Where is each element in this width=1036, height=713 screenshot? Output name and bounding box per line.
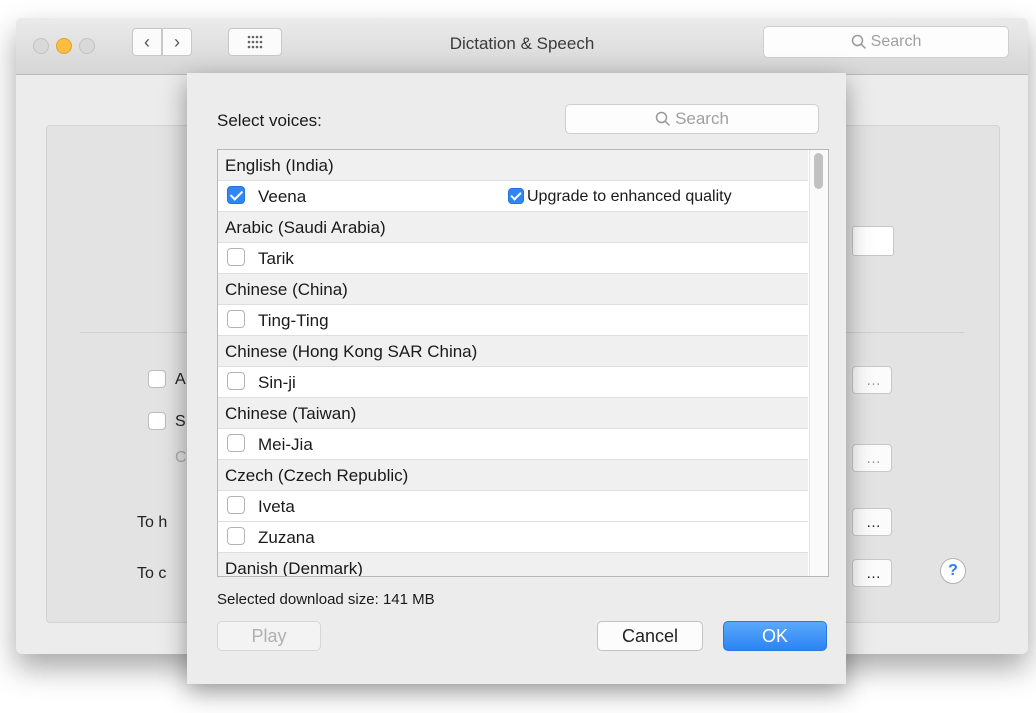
- voice-row[interactable]: Veena Upgrade to enhanced quality: [218, 181, 808, 212]
- voice-label: Tarik: [258, 249, 294, 268]
- group-header: English (India): [218, 150, 808, 181]
- select-voices-label: Select voices:: [217, 111, 322, 130]
- enhanced-quality-label: Upgrade to enhanced quality: [527, 188, 732, 205]
- ellipsis-text: …: [866, 564, 881, 582]
- search-icon: [655, 111, 671, 127]
- ellipsis-text: …: [866, 371, 881, 389]
- voice-label: Ting-Ting: [258, 311, 329, 330]
- background-text-s: S: [175, 413, 186, 430]
- background-button-2[interactable]: …: [852, 444, 892, 472]
- title-bar: ‹ › Dictation & Speech Search: [16, 18, 1028, 75]
- group-label: Chinese (Hong Kong SAR China): [225, 342, 478, 361]
- voice-label: Zuzana: [258, 528, 315, 547]
- voices-search-field[interactable]: Search: [565, 104, 819, 134]
- voices-list[interactable]: English (India) Veena Upgrade to enhance…: [217, 149, 829, 577]
- window-search-placeholder: Search: [870, 33, 922, 50]
- voice-checkbox[interactable]: [227, 527, 245, 545]
- voice-label: Veena: [258, 187, 307, 206]
- group-label: Arabic (Saudi Arabia): [225, 218, 386, 237]
- ok-button[interactable]: OK: [723, 621, 827, 651]
- ellipsis-text: …: [866, 513, 881, 531]
- voice-checkbox[interactable]: [227, 310, 245, 328]
- voice-checkbox[interactable]: [227, 372, 245, 390]
- voice-checkbox[interactable]: [227, 248, 245, 266]
- search-icon: [851, 34, 866, 50]
- scrollbar-thumb[interactable]: [814, 153, 823, 189]
- background-text-a: A: [175, 371, 186, 388]
- voice-checkbox[interactable]: [227, 434, 245, 452]
- voice-label: Iveta: [258, 497, 295, 516]
- enhanced-quality-checkbox[interactable]: [508, 188, 524, 204]
- window-search-field[interactable]: Search: [763, 26, 1009, 58]
- list-scrollbar[interactable]: [809, 150, 828, 576]
- voice-row[interactable]: Ting-Ting: [218, 305, 808, 336]
- background-text-to-h: To h: [137, 514, 168, 531]
- cancel-button[interactable]: Cancel: [597, 621, 703, 651]
- voice-row[interactable]: Zuzana: [218, 522, 808, 553]
- voice-checkbox[interactable]: [227, 186, 245, 204]
- voice-row[interactable]: Iveta: [218, 491, 808, 522]
- group-label: Chinese (China): [225, 280, 348, 299]
- background-button-1[interactable]: …: [852, 366, 892, 394]
- group-label: Danish (Denmark): [225, 559, 363, 577]
- voice-label: Sin-ji: [258, 373, 296, 392]
- help-button[interactable]: ?: [940, 558, 966, 584]
- voice-row[interactable]: Tarik: [218, 243, 808, 274]
- download-size-text: Selected download size: 141 MB: [217, 591, 435, 608]
- background-text-c: C: [175, 449, 187, 466]
- group-header: Chinese (China): [218, 274, 808, 305]
- group-label: English (India): [225, 156, 334, 175]
- group-header: Chinese (Hong Kong SAR China): [218, 336, 808, 367]
- group-header: Arabic (Saudi Arabia): [218, 212, 808, 243]
- background-button-3[interactable]: …: [852, 508, 892, 536]
- play-button[interactable]: Play: [217, 621, 321, 651]
- background-text-to-c: To c: [137, 565, 167, 582]
- question-icon: ?: [948, 562, 958, 579]
- voices-search-placeholder: Search: [675, 109, 729, 128]
- voice-label: Mei-Jia: [258, 435, 313, 454]
- select-voices-sheet: Select voices: Search English (India) Ve…: [187, 73, 846, 684]
- background-checkbox-a[interactable]: [148, 370, 166, 388]
- group-header: Danish (Denmark): [218, 553, 808, 577]
- background-popup[interactable]: [852, 226, 894, 256]
- enhanced-quality-option[interactable]: Upgrade to enhanced quality: [499, 181, 779, 212]
- voice-row[interactable]: Sin-ji: [218, 367, 808, 398]
- group-label: Czech (Czech Republic): [225, 466, 409, 485]
- voice-row[interactable]: Mei-Jia: [218, 429, 808, 460]
- voice-checkbox[interactable]: [227, 496, 245, 514]
- background-checkbox-s[interactable]: [148, 412, 166, 430]
- group-header: Chinese (Taiwan): [218, 398, 808, 429]
- group-label: Chinese (Taiwan): [225, 404, 357, 423]
- background-button-4[interactable]: …: [852, 559, 892, 587]
- ellipsis-text: …: [866, 449, 881, 467]
- group-header: Czech (Czech Republic): [218, 460, 808, 491]
